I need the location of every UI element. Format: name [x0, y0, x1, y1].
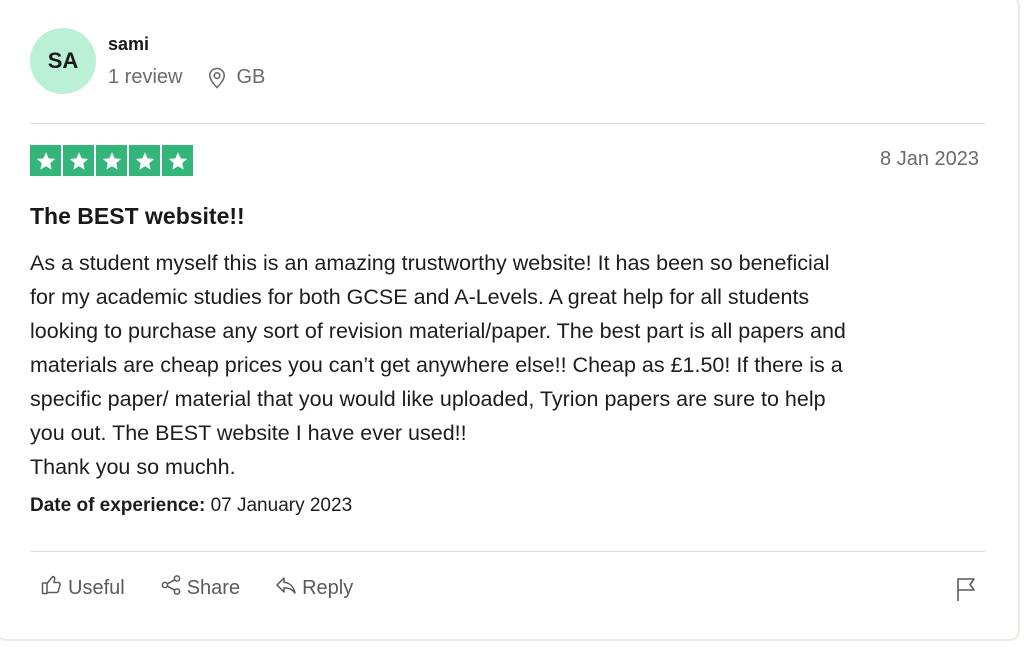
reply-label: Reply	[302, 576, 354, 599]
star-icon	[162, 145, 193, 176]
review-body-line: Thank you so muchh.	[30, 455, 236, 479]
reply-icon	[274, 573, 298, 603]
review-title[interactable]: The BEST website!!	[30, 203, 245, 230]
review-card: SA sami 1 review GB 8 Jan 2023 The BEST …	[0, 0, 1020, 641]
thumbs-up-icon	[40, 573, 64, 603]
share-icon	[159, 573, 183, 603]
star-icon	[129, 145, 160, 176]
star-icon	[63, 145, 94, 176]
reviewer-meta: 1 review GB	[108, 66, 265, 89]
reviewer-country: GB	[236, 66, 266, 88]
review-count: 1 review	[108, 66, 183, 88]
avatar[interactable]: SA	[30, 28, 96, 94]
useful-button[interactable]: Useful	[40, 573, 125, 603]
review-body: As a student myself this is an amazing t…	[30, 246, 990, 484]
share-button[interactable]: Share	[159, 573, 240, 603]
location-pin-icon	[208, 67, 226, 89]
date-of-experience: Date of experience: 07 January 2023	[30, 495, 352, 517]
useful-label: Useful	[68, 576, 125, 599]
header-divider	[30, 123, 985, 124]
review-body-line: you out. The BEST website I have ever us…	[30, 421, 467, 445]
experience-date: 07 January 2023	[210, 495, 353, 516]
reviewer-name[interactable]: sami	[108, 34, 149, 55]
review-body-line: for my academic studies for both GCSE an…	[30, 285, 810, 309]
review-date: 8 Jan 2023	[880, 148, 979, 170]
footer-divider	[30, 551, 985, 552]
star-icon	[30, 145, 61, 176]
experience-label: Date of experience:	[30, 495, 206, 516]
flag-icon[interactable]	[954, 576, 978, 607]
star-rating	[30, 145, 193, 176]
review-body-line: materials are cheap prices you can’t get…	[30, 353, 843, 377]
review-body-line: looking to purchase any sort of revision…	[30, 319, 846, 343]
review-actions: Useful Share Reply	[40, 573, 387, 603]
reply-button[interactable]: Reply	[274, 573, 353, 603]
avatar-initials: SA	[47, 48, 79, 73]
share-label: Share	[186, 576, 241, 599]
star-icon	[96, 145, 127, 176]
review-body-line: As a student myself this is an amazing t…	[30, 251, 830, 275]
review-body-line: specific paper/ material that you would …	[30, 387, 826, 411]
